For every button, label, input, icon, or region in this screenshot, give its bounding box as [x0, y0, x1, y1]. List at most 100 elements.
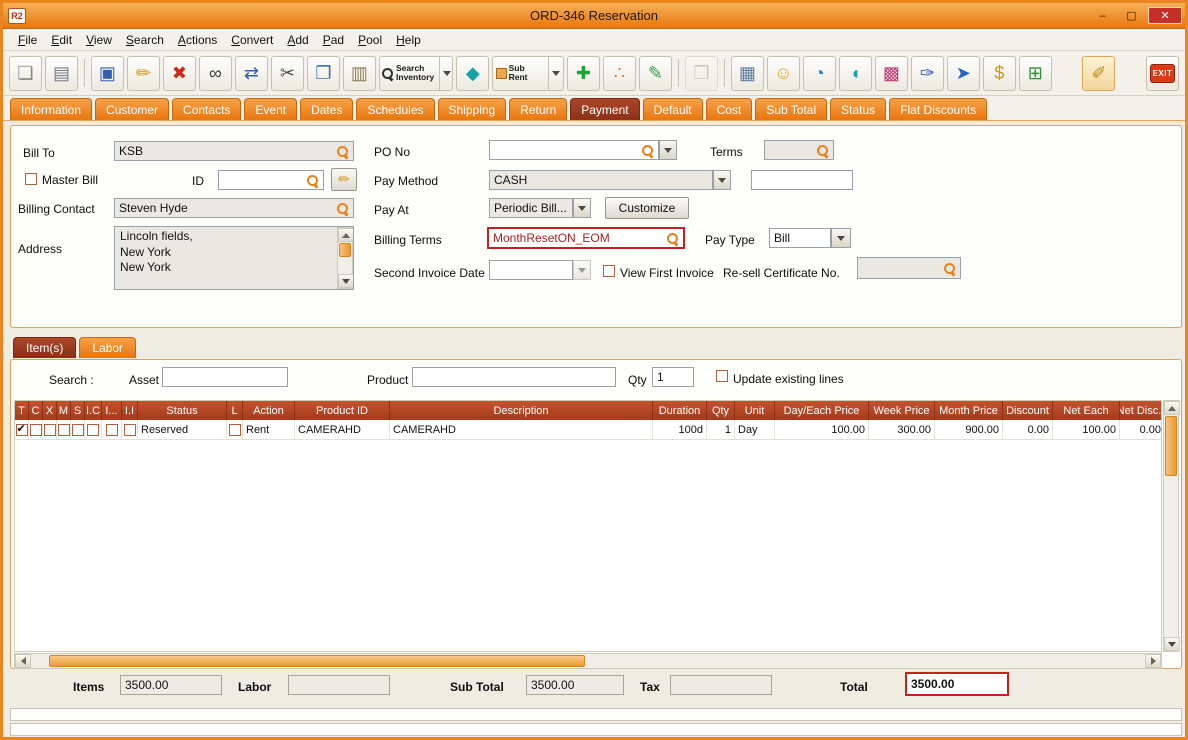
tab-information[interactable]: Information: [10, 98, 92, 120]
asset-input[interactable]: [162, 367, 288, 387]
menu-file[interactable]: File: [11, 31, 44, 49]
menu-search[interactable]: Search: [119, 31, 171, 49]
tab-flat-discounts[interactable]: Flat Discounts: [889, 98, 987, 120]
key-icon[interactable]: ➤: [947, 56, 980, 91]
exit-button[interactable]: EXIT: [1146, 56, 1179, 91]
tab-cost[interactable]: Cost: [706, 98, 753, 120]
search-icon[interactable]: [666, 232, 679, 245]
row-checkbox-i-i[interactable]: [124, 424, 136, 436]
menu-actions[interactable]: Actions: [171, 31, 224, 49]
table-horizontal-scrollbar[interactable]: [14, 653, 1162, 669]
row-checkbox-t[interactable]: [16, 424, 28, 436]
save-icon[interactable]: ▣: [91, 56, 124, 91]
column-header-c[interactable]: C: [29, 401, 43, 420]
bill-to-field[interactable]: KSB: [114, 141, 354, 161]
row-checkbox-x[interactable]: [44, 424, 56, 436]
column-header-x[interactable]: X: [43, 401, 57, 420]
column-header-week-price[interactable]: Week Price: [869, 401, 935, 420]
pay-at-field[interactable]: Periodic Bill...: [489, 198, 573, 218]
column-header-i-c[interactable]: I.C: [85, 401, 102, 420]
menu-convert[interactable]: Convert: [224, 31, 280, 49]
new-document-icon[interactable]: ❏: [9, 56, 42, 91]
qty-input[interactable]: 1: [652, 367, 694, 387]
edit-id-button[interactable]: ✏: [331, 168, 357, 191]
tab-customer[interactable]: Customer: [95, 98, 169, 120]
edit-pencil-icon[interactable]: ✏: [127, 56, 160, 91]
items-tab-labor[interactable]: Labor: [79, 337, 136, 358]
delete-icon[interactable]: ✖: [163, 56, 196, 91]
row-checkbox-s[interactable]: [72, 424, 84, 436]
address-field[interactable]: Lincoln fields, New York New York: [114, 226, 354, 290]
cart-icon[interactable]: ⊞: [1019, 56, 1052, 91]
gem-icon[interactable]: ◆: [456, 56, 489, 91]
tab-return[interactable]: Return: [509, 98, 567, 120]
column-header-l[interactable]: L: [227, 401, 243, 420]
magic-wand-icon[interactable]: ✐: [1082, 56, 1115, 91]
pay-type-dropdown[interactable]: [831, 228, 851, 248]
column-header-discount[interactable]: Discount: [1003, 401, 1053, 420]
column-header-net-disc[interactable]: Net Disc...: [1120, 401, 1162, 420]
workstation-icon[interactable]: ▦: [731, 56, 764, 91]
tab-event[interactable]: Event: [244, 98, 297, 120]
maximize-button[interactable]: ▢: [1119, 7, 1144, 24]
pay-at-dropdown[interactable]: [573, 198, 591, 218]
column-header-i-i[interactable]: I.I: [122, 401, 138, 420]
menu-edit[interactable]: Edit: [44, 31, 79, 49]
terms-field[interactable]: [764, 140, 834, 160]
memo-icon[interactable]: ✎: [639, 56, 672, 91]
scroll-right-icon[interactable]: [1145, 654, 1161, 668]
search-icon[interactable]: [336, 202, 349, 215]
tab-dates[interactable]: Dates: [300, 98, 353, 120]
cut-icon[interactable]: ✂: [271, 56, 304, 91]
copy-icon[interactable]: ❐: [307, 56, 340, 91]
sub-rent-button[interactable]: Sub Rent: [492, 56, 564, 91]
column-header-day-each-price[interactable]: Day/Each Price: [775, 401, 869, 420]
column-header-m[interactable]: M: [57, 401, 71, 420]
pay-method-dropdown[interactable]: [713, 170, 731, 190]
search-icon[interactable]: [641, 144, 654, 157]
pay-method-extra-field[interactable]: [751, 170, 853, 190]
menu-pool[interactable]: Pool: [351, 31, 389, 49]
search-icon[interactable]: [943, 262, 956, 275]
close-button[interactable]: ✕: [1148, 7, 1182, 24]
table-row[interactable]: ReservedRentCAMERAHDCAMERAHD100d1Day100.…: [15, 420, 1161, 440]
minimize-button[interactable]: –: [1090, 7, 1115, 24]
scroll-up-icon[interactable]: [1164, 401, 1180, 415]
tab-default[interactable]: Default: [643, 98, 703, 120]
clock-icon[interactable]: ◔: [803, 56, 836, 91]
tab-sub-total[interactable]: Sub Total: [755, 98, 827, 120]
coins-icon[interactable]: $: [983, 56, 1016, 91]
notepad-icon[interactable]: ✑: [911, 56, 944, 91]
search-icon[interactable]: [336, 145, 349, 158]
column-header-s[interactable]: S: [71, 401, 85, 420]
smiley-icon[interactable]: ☺: [767, 56, 800, 91]
group-icon[interactable]: ∴: [603, 56, 636, 91]
billing-terms-field[interactable]: MonthResetON_EOM: [487, 227, 685, 249]
column-header-t[interactable]: T: [15, 401, 29, 420]
update-existing-lines-checkbox[interactable]: [716, 370, 728, 382]
row-checkbox-m[interactable]: [58, 424, 70, 436]
column-header-net-each[interactable]: Net Each: [1053, 401, 1120, 420]
print-icon[interactable]: ▤: [45, 56, 78, 91]
resell-certificate-field[interactable]: [857, 257, 961, 279]
second-invoice-date-dropdown[interactable]: [573, 260, 591, 280]
column-header-description[interactable]: Description: [390, 401, 653, 420]
scroll-down-icon[interactable]: [338, 274, 354, 288]
column-header-qty[interactable]: Qty: [707, 401, 735, 420]
stack-icon[interactable]: ❒: [685, 56, 718, 91]
pay-method-field[interactable]: CASH: [489, 170, 713, 190]
scroll-up-icon[interactable]: [338, 228, 354, 242]
dropdown-arrow-icon[interactable]: [548, 57, 560, 90]
book-icon[interactable]: ◖: [839, 56, 872, 91]
tab-contacts[interactable]: Contacts: [172, 98, 241, 120]
table-vertical-scrollbar[interactable]: [1163, 400, 1179, 652]
tab-schedules[interactable]: Schedules: [356, 98, 434, 120]
column-header-action[interactable]: Action: [243, 401, 295, 420]
row-checkbox-c[interactable]: [30, 424, 42, 436]
find-binoculars-icon[interactable]: ∞: [199, 56, 232, 91]
dropdown-arrow-icon[interactable]: [439, 57, 451, 90]
menu-view[interactable]: View: [79, 31, 119, 49]
view-first-invoice-checkbox[interactable]: [603, 265, 615, 277]
search-icon[interactable]: [816, 144, 829, 157]
customize-button[interactable]: Customize: [605, 197, 689, 219]
